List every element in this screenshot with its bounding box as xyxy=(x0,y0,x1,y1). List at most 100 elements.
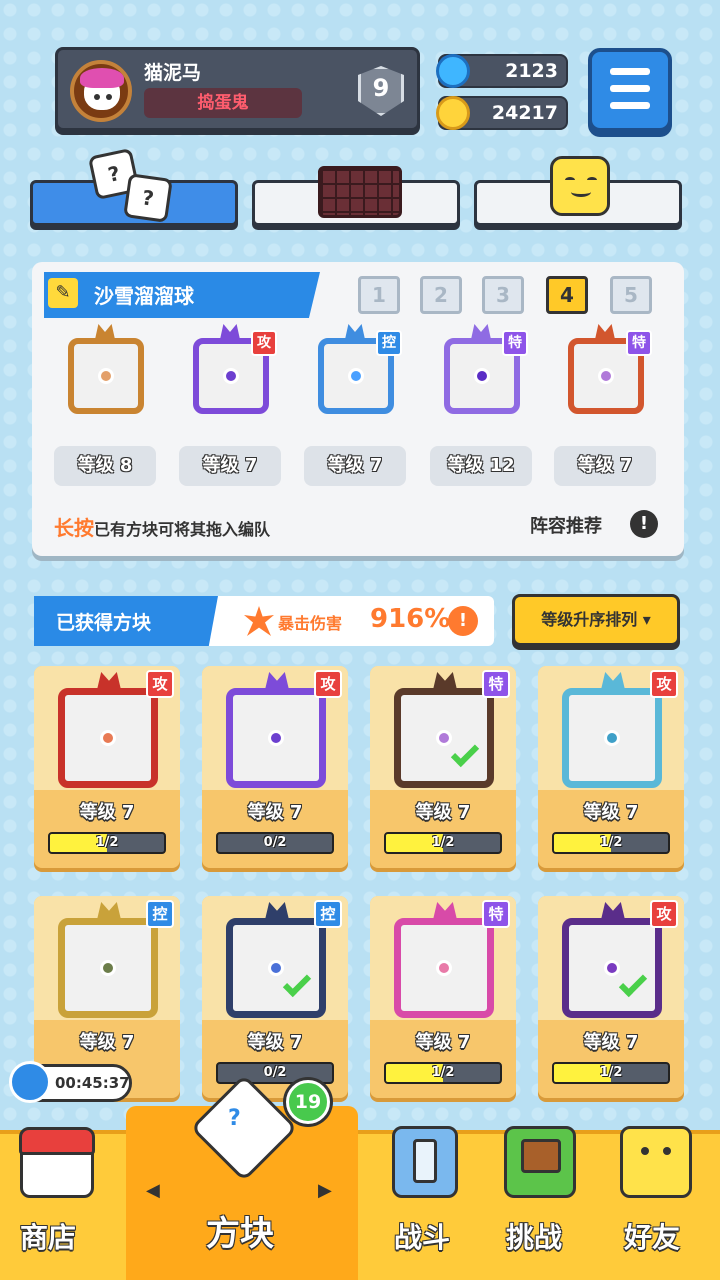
nav-friends[interactable] xyxy=(620,1126,692,1198)
block-frame xyxy=(562,688,662,788)
block-frame xyxy=(68,338,144,414)
owned-card[interactable]: 特等级 7 1/2 xyxy=(370,896,516,1098)
gem-counter: 2123 xyxy=(436,54,568,88)
block-pip xyxy=(268,730,284,746)
menu-icon xyxy=(610,68,650,75)
progress-text: 0/2 xyxy=(263,1065,287,1080)
owned-card[interactable]: 特等级 7 1/2 xyxy=(370,666,516,868)
dice-question-icon: ? xyxy=(228,1106,241,1131)
drag-hint: 长按已有方块可将其拖入编队 xyxy=(54,512,270,541)
progress-text: 1/2 xyxy=(431,1065,455,1080)
owned-card-level: 等级 7 xyxy=(79,1032,135,1053)
hint-emphasis: 长按 xyxy=(54,516,94,540)
owned-card[interactable]: 控等级 7 0/2 xyxy=(202,896,348,1098)
timer-value: 00:45:37 xyxy=(55,1074,130,1092)
block-pip xyxy=(268,960,284,976)
deck-card-level: 等级 12 xyxy=(430,446,532,486)
block-pip xyxy=(348,368,364,384)
profile-panel[interactable]: 猫泥马 捣蛋鬼 9 xyxy=(55,47,420,131)
block-frame xyxy=(562,918,662,1018)
nav-friends-label[interactable]: 好友 xyxy=(624,1216,680,1256)
signboard-icon xyxy=(521,1139,561,1173)
deck-slot-1[interactable]: 1 xyxy=(358,276,400,314)
arrow-left-icon[interactable]: ◀ xyxy=(146,1180,160,1201)
nav-shop-label[interactable]: 商店 xyxy=(20,1216,76,1256)
block-pip xyxy=(436,960,452,976)
owned-card-level: 等级 7 xyxy=(247,802,303,823)
nav-shop[interactable] xyxy=(19,1127,95,1198)
nav-blocks-label[interactable]: 方块 xyxy=(206,1206,274,1255)
sort-button[interactable]: 等级升序排列 ▾ xyxy=(512,594,680,646)
block-frame xyxy=(58,918,158,1018)
owned-header: 已获得方块 暴击伤害 916% ! xyxy=(34,596,494,646)
deck-card[interactable]: 特 xyxy=(554,324,654,424)
grid-icon xyxy=(318,166,402,218)
block-frame xyxy=(394,688,494,788)
progress-bar: 0/2 xyxy=(216,832,334,854)
progress-text: 1/2 xyxy=(599,835,623,850)
owned-card[interactable]: 攻等级 7 1/2 xyxy=(34,666,180,868)
block-frame xyxy=(394,918,494,1018)
block-pip xyxy=(474,368,490,384)
block-frame xyxy=(226,688,326,788)
deck-card[interactable]: 控 xyxy=(304,324,404,424)
nav-challenge[interactable] xyxy=(504,1126,576,1198)
block-frame xyxy=(226,918,326,1018)
owned-card-level: 等级 7 xyxy=(415,1032,471,1053)
block-pip xyxy=(604,730,620,746)
deck-slot-5[interactable]: 5 xyxy=(610,276,652,314)
progress-bar: 1/2 xyxy=(552,832,670,854)
player-name: 猫泥马 xyxy=(144,62,202,84)
deck-panel: ✎ 沙雪溜溜球 1 2 3 4 5 等级 8 攻等级 7 控等级 7 特等级 12 特等… xyxy=(32,262,684,556)
deck-slot-3[interactable]: 3 xyxy=(482,276,524,314)
owned-card-level: 等级 7 xyxy=(415,802,471,823)
crit-info-icon[interactable]: ! xyxy=(448,606,478,636)
deck-card[interactable]: 攻 xyxy=(179,324,279,424)
crit-value: 916% xyxy=(370,604,451,634)
coin-icon xyxy=(436,96,470,130)
timer-bubble: 00:45:37 xyxy=(9,1061,132,1103)
deck-card-level: 等级 7 xyxy=(554,446,656,486)
progress-bar: 1/2 xyxy=(384,1062,502,1084)
recommend-link[interactable]: 阵容推荐 xyxy=(530,512,602,538)
deck-card-level: 等级 7 xyxy=(304,446,406,486)
deck-card[interactable]: 特 xyxy=(430,324,530,424)
stopwatch-icon xyxy=(9,1061,51,1103)
rank-number: 9 xyxy=(372,74,390,102)
arrow-right-icon[interactable]: ▶ xyxy=(318,1180,332,1201)
nav-challenge-label[interactable]: 挑战 xyxy=(506,1216,562,1256)
progress-text: 1/2 xyxy=(599,1065,623,1080)
coin-counter: 24217 xyxy=(436,96,568,130)
block-frame xyxy=(58,688,158,788)
deck-slot-2[interactable]: 2 xyxy=(420,276,462,314)
info-icon[interactable]: ! xyxy=(630,510,658,538)
smile-icon xyxy=(550,156,610,216)
owned-card-level: 等级 7 xyxy=(247,1032,303,1053)
type-badge: 特 xyxy=(482,670,510,698)
owned-title: 已获得方块 xyxy=(56,612,152,634)
player-title: 捣蛋鬼 xyxy=(144,88,302,118)
progress-bar: 1/2 xyxy=(48,832,166,854)
coin-value: 24217 xyxy=(491,102,558,124)
progress-bar: 1/2 xyxy=(552,1062,670,1084)
block-pip xyxy=(98,368,114,384)
owned-card[interactable]: 攻等级 7 1/2 xyxy=(538,896,684,1098)
block-pip xyxy=(604,960,620,976)
edit-pencil-icon[interactable]: ✎ xyxy=(48,278,78,308)
menu-button[interactable] xyxy=(588,48,672,132)
rank-badge: 9 xyxy=(350,60,412,122)
type-badge: 攻 xyxy=(650,670,678,698)
nav-battle-label[interactable]: 战斗 xyxy=(394,1216,450,1256)
type-badge: 特 xyxy=(502,330,528,356)
owned-card[interactable]: 攻等级 7 0/2 xyxy=(202,666,348,868)
deck-slot-4[interactable]: 4 xyxy=(546,276,588,314)
crit-burst-icon xyxy=(244,606,274,636)
type-badge: 攻 xyxy=(314,670,342,698)
deck-card[interactable] xyxy=(54,324,154,424)
nav-battle[interactable] xyxy=(392,1126,458,1198)
avatar[interactable] xyxy=(70,60,132,122)
deck-name: 沙雪溜溜球 xyxy=(94,284,194,308)
gem-icon xyxy=(436,54,470,88)
type-badge: 攻 xyxy=(146,670,174,698)
owned-card[interactable]: 攻等级 7 1/2 xyxy=(538,666,684,868)
